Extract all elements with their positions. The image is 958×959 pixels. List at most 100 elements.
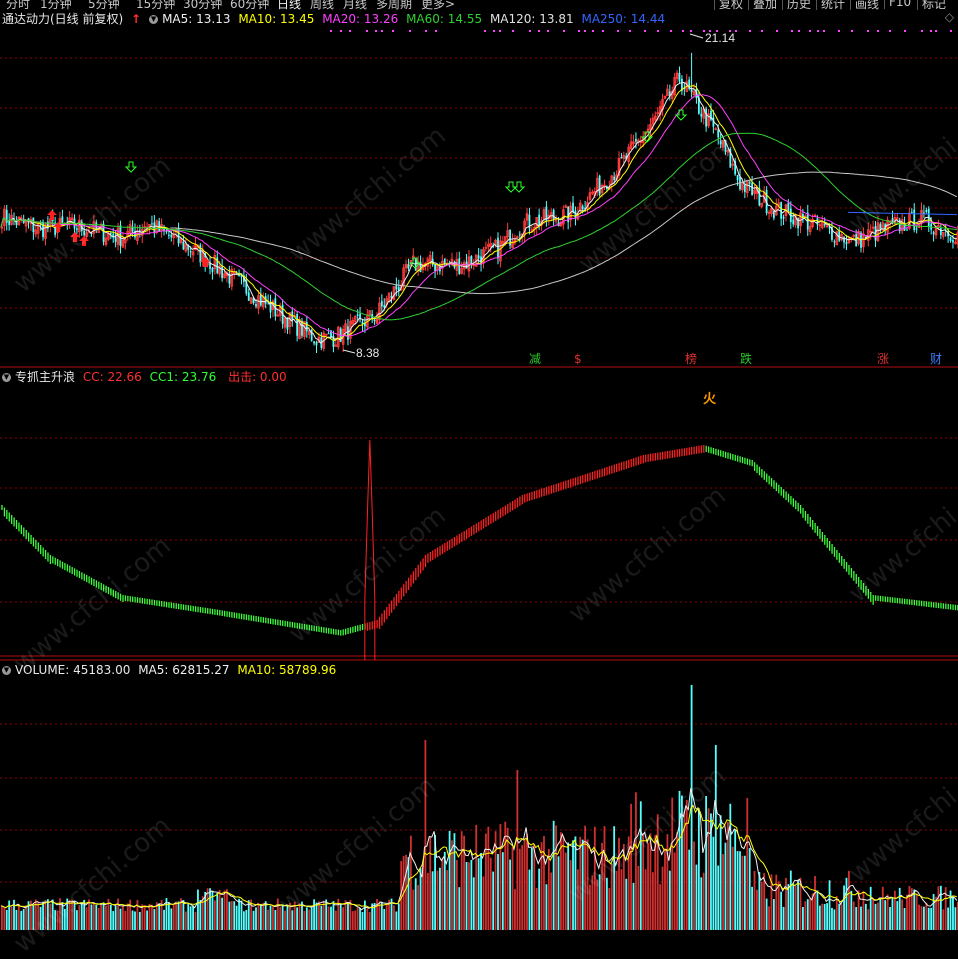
volume-bar — [259, 903, 262, 930]
volume-bar — [864, 903, 867, 930]
volume-bar — [889, 906, 891, 930]
volume-bar — [586, 839, 589, 930]
grid-lines — [0, 57, 958, 883]
volume-bar — [772, 899, 775, 930]
volume-value[interactable]: VOLUME: 45183.00 — [15, 663, 130, 677]
volume-bar — [213, 900, 216, 930]
f10-button[interactable]: F10 — [884, 0, 915, 9]
volume-bar — [281, 904, 284, 930]
event-tag-rise[interactable]: 涨 — [876, 352, 890, 366]
candle-body — [167, 234, 170, 236]
volume-bar — [823, 903, 826, 930]
attack-value: 出击: 0.00 — [228, 370, 287, 384]
indicator-title[interactable]: 专抓主升浪 — [15, 370, 75, 384]
volume-bar — [840, 904, 843, 930]
tab-minute-line[interactable]: 分时 — [6, 0, 30, 10]
volume-bar — [443, 851, 446, 930]
tab-multi-period[interactable]: 多周期 — [376, 0, 412, 10]
tab-daily[interactable]: 日线 — [277, 0, 301, 10]
tab-1min[interactable]: 1分钟 — [40, 0, 72, 10]
tab-more[interactable]: 更多> — [421, 0, 455, 10]
signal-dot — [330, 30, 332, 32]
event-tag-reduce[interactable]: 减 — [528, 352, 542, 366]
volume-bar — [523, 839, 526, 930]
stock-title[interactable]: 通达动力(日线 前复权) — [2, 12, 123, 26]
volume-bar — [332, 901, 335, 930]
volume-bar — [17, 903, 20, 930]
candle-body — [182, 241, 185, 250]
volume-bar — [891, 897, 894, 930]
tab-monthly[interactable]: 月线 — [343, 0, 367, 10]
candle-body — [305, 322, 308, 332]
event-tag-finance[interactable]: 财 — [929, 352, 943, 366]
volume-bar — [177, 901, 180, 930]
chevron-down-icon[interactable]: ▼ — [149, 15, 159, 24]
volume-bar — [688, 849, 691, 930]
tab-weekly[interactable]: 周线 — [310, 0, 334, 10]
tab-15min[interactable]: 15分钟 — [136, 0, 175, 10]
overlay-button[interactable]: 叠加 — [748, 0, 781, 10]
mark-button[interactable]: 标记 — [917, 0, 950, 10]
volume-bar — [151, 904, 153, 930]
event-tag-dollar[interactable]: $ — [573, 352, 583, 366]
tab-60min[interactable]: 60分钟 — [230, 0, 269, 10]
signal-dot — [761, 30, 763, 32]
candle-body — [949, 237, 952, 241]
signal-dot — [877, 30, 879, 32]
candle-body — [743, 184, 746, 193]
signal-dot — [904, 30, 906, 32]
volume-bar — [606, 877, 608, 930]
volume-bar — [37, 902, 40, 930]
volume-bar — [893, 890, 896, 930]
candle-body — [211, 267, 214, 273]
volume-bar — [136, 899, 139, 930]
volume-bar — [54, 910, 57, 930]
draw-line-button[interactable]: 画线 — [850, 0, 883, 10]
stock-chart[interactable]: 21.14 8.38 — [0, 0, 958, 933]
volume-bar — [615, 870, 618, 930]
tab-30min[interactable]: 30分钟 — [183, 0, 222, 10]
candlestick-series — [0, 52, 958, 353]
volume-bar — [441, 857, 444, 930]
volume-bar — [288, 903, 291, 930]
volume-bar — [117, 898, 119, 930]
signal-dot — [682, 30, 684, 32]
statistics-button[interactable]: 统计 — [816, 0, 849, 10]
volume-bar — [809, 898, 812, 930]
volume-bar — [216, 892, 219, 930]
volume-bar — [923, 906, 925, 930]
volume-bar — [906, 894, 908, 930]
chevron-down-icon[interactable]: ▼ — [2, 373, 11, 382]
volume-bar — [678, 790, 681, 930]
volume-bar — [608, 887, 611, 930]
volume-bar — [477, 858, 480, 930]
candle-body — [315, 342, 318, 346]
volume-bar — [417, 885, 420, 930]
history-button[interactable]: 历史 — [782, 0, 815, 10]
volume-bar — [470, 859, 473, 930]
chevron-down-icon[interactable]: ▼ — [2, 666, 11, 675]
tab-5min[interactable]: 5分钟 — [88, 0, 120, 10]
period-toolbar: 分时 1分钟 5分钟 15分钟 30分钟 60分钟 日线 周线 月线 多周期 更… — [0, 0, 958, 10]
volume-bar — [141, 904, 144, 930]
volume-bar — [235, 905, 238, 930]
event-tag-drop[interactable]: 跌 — [739, 352, 753, 366]
volume-bar — [131, 910, 134, 930]
signal-dot — [381, 30, 383, 32]
volume-bar — [547, 849, 550, 930]
signal-dot — [776, 30, 778, 32]
candle-body — [414, 259, 417, 271]
ma120-value: MA120: 13.81 — [489, 12, 574, 26]
volume-bar — [656, 814, 659, 930]
restore-rights-button[interactable]: 复权 — [714, 0, 747, 10]
candle-body — [407, 264, 410, 269]
volume-bar — [383, 908, 386, 930]
volume-bar — [530, 847, 533, 930]
volume-bar — [201, 896, 204, 930]
volume-bar — [567, 842, 570, 930]
volume-bar — [516, 770, 519, 930]
diamond-icon[interactable]: ◇ — [945, 10, 954, 24]
volume-bar — [659, 884, 662, 930]
event-tag-list[interactable]: 榜 — [684, 352, 698, 366]
volume-bar — [487, 826, 490, 930]
